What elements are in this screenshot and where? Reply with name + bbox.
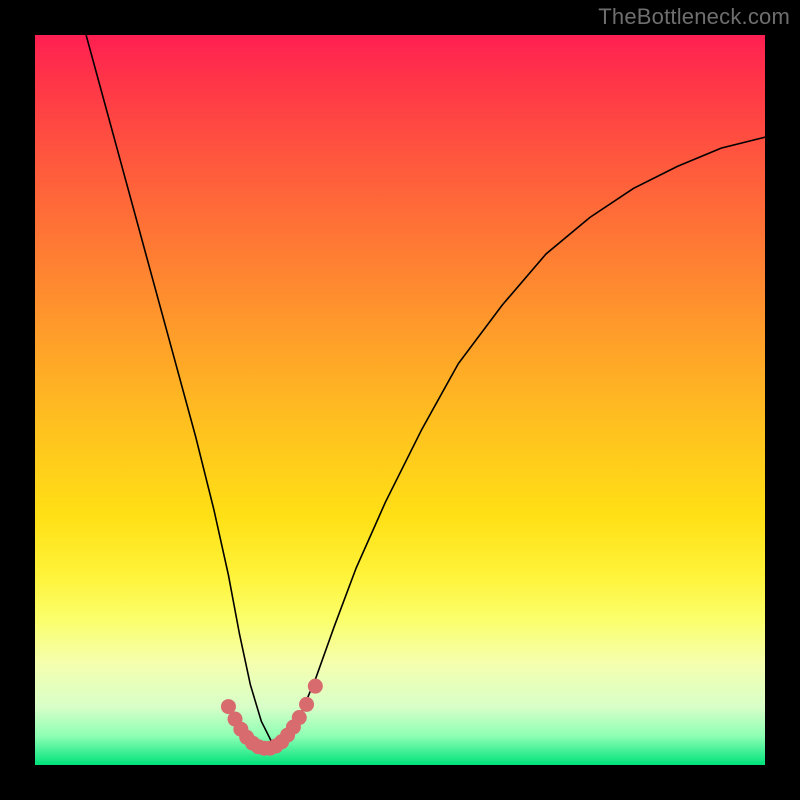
plot-area bbox=[35, 35, 765, 765]
marker-group bbox=[221, 679, 323, 756]
marker-dot bbox=[308, 679, 323, 694]
chart-svg bbox=[35, 35, 765, 765]
bottleneck-curve bbox=[86, 35, 765, 743]
marker-dot bbox=[299, 697, 314, 712]
marker-dot bbox=[292, 710, 307, 725]
chart-frame: TheBottleneck.com bbox=[0, 0, 800, 800]
watermark-text: TheBottleneck.com bbox=[598, 4, 790, 30]
